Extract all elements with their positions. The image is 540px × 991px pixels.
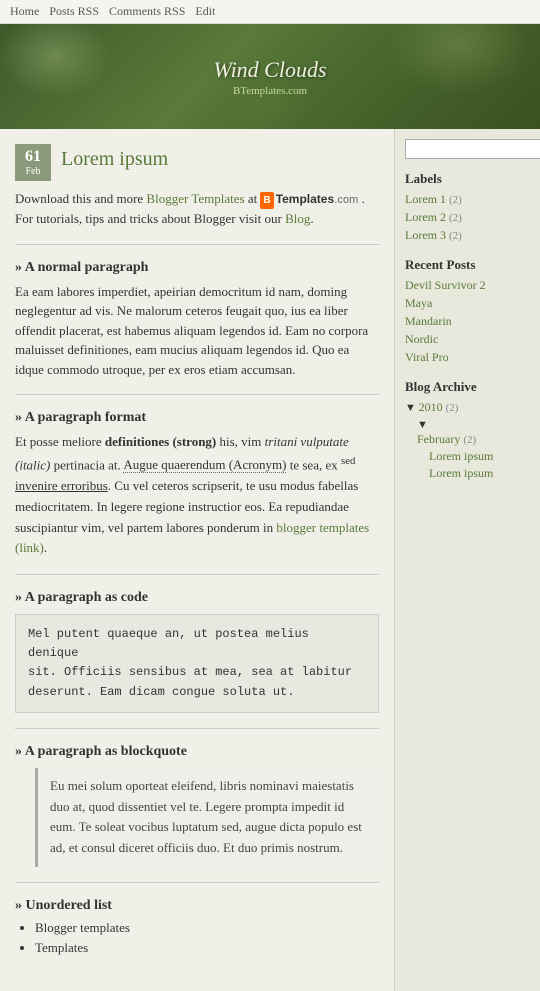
recent-post-link[interactable]: Devil Survivor 2 <box>405 278 486 292</box>
site-subtitle: BTemplates.com <box>233 85 307 97</box>
section-list-heading: » Unordered list <box>15 898 379 914</box>
content-area: 61 Feb Lorem ipsum Download this and mor… <box>0 129 395 991</box>
labels-heading: Labels <box>405 171 530 187</box>
recent-post-item: Mandarin <box>405 314 530 329</box>
post-date-day: 61 <box>21 148 45 166</box>
archive-heading: Blog Archive <box>405 379 530 395</box>
unordered-list: Blogger templates Templates <box>15 920 379 956</box>
label-name: Lorem 3 <box>405 228 446 242</box>
label-item: Lorem 3 (2) <box>405 228 530 243</box>
list-item-label: Templates <box>35 940 88 955</box>
recent-post-item: Viral Pro <box>405 350 530 365</box>
sidebar: Search Labels Lorem 1 (2) Lorem 2 <box>395 129 540 991</box>
format-strikethrough: invenire erroribus <box>15 478 108 493</box>
blog-link[interactable]: Blog <box>285 211 310 226</box>
list-item: Templates <box>35 940 379 956</box>
main-wrapper: 61 Feb Lorem ipsum Download this and mor… <box>0 129 540 991</box>
archive-month: February <box>417 432 460 446</box>
label-count: (2) <box>449 230 462 242</box>
archive-year-count: (2) <box>446 402 459 414</box>
label-link[interactable]: Lorem 1 (2) <box>405 192 462 206</box>
format-mid1: his, vim <box>216 434 264 449</box>
divider-2 <box>15 394 379 395</box>
archive-toggle-year[interactable]: ▼ <box>405 402 419 414</box>
format-intro: Et posse meliore <box>15 434 105 449</box>
divider-3 <box>15 574 379 575</box>
top-navigation: Home Posts RSS Comments RSS Edit <box>0 0 540 24</box>
post-header: 61 Feb Lorem ipsum <box>15 144 379 181</box>
format-mid2: pertinacia at. <box>50 457 123 472</box>
site-title: Wind Clouds <box>213 57 326 83</box>
divider <box>15 244 379 245</box>
section-blockquote-heading: » A paragraph as blockquote <box>15 744 379 760</box>
list-item-label: Blogger templates <box>35 920 130 935</box>
archive-year-item: ▼ 2010 (2) <box>405 400 530 415</box>
format-superscript: sed <box>341 455 355 467</box>
nav-home[interactable]: Home <box>10 4 39 19</box>
divider-4 <box>15 728 379 729</box>
label-count: (2) <box>449 212 462 224</box>
archive-year: 2010 <box>419 400 443 414</box>
blog-post: 61 Feb Lorem ipsum Download this and mor… <box>15 144 379 956</box>
recent-post-link[interactable]: Viral Pro <box>405 350 449 364</box>
section-code-heading: » A paragraph as code <box>15 590 379 606</box>
nav-comments-rss[interactable]: Comments RSS <box>109 4 185 19</box>
format-mid3: te sea, ex <box>286 457 341 472</box>
recent-posts-list: Devil Survivor 2 Maya Mandarin Nordic Vi… <box>405 278 530 365</box>
recent-posts-heading: Recent Posts <box>405 257 530 273</box>
format-strong: definitiones (strong) <box>105 434 216 449</box>
recent-post-item: Maya <box>405 296 530 311</box>
label-link[interactable]: Lorem 2 (2) <box>405 210 462 224</box>
archive-month-item: ▼ February (2) <box>417 417 530 447</box>
code-block: Mel putent quaeque an, ut postea melius … <box>15 614 379 713</box>
post-intro: Download this and more Blogger Templates… <box>15 189 379 229</box>
blogger-templates-link[interactable]: Blogger Templates <box>146 191 244 206</box>
section-normal-content: Ea eam labores imperdiet, apeirian democ… <box>15 282 379 380</box>
normal-paragraph-text: Ea eam labores imperdiet, apeirian democ… <box>15 282 379 380</box>
label-name: Lorem 1 <box>405 192 446 206</box>
recent-post-item: Nordic <box>405 332 530 347</box>
at-text: at <box>248 191 261 206</box>
download-text: Download this and more <box>15 191 143 206</box>
templates-logo: BTemplates.com <box>260 192 361 206</box>
search-input[interactable] <box>405 139 540 159</box>
label-link[interactable]: Lorem 3 (2) <box>405 228 462 242</box>
post-date-month: Feb <box>21 166 45 177</box>
recent-posts-section: Recent Posts Devil Survivor 2 Maya Manda… <box>405 257 530 365</box>
search-box: Search <box>405 139 530 159</box>
archive-post-link[interactable]: Lorem ipsum <box>429 466 530 481</box>
format-paragraph: Et posse meliore definitiones (strong) h… <box>15 432 379 559</box>
nav-edit[interactable]: Edit <box>195 4 215 19</box>
label-count: (2) <box>449 194 462 206</box>
format-acronym: Augue quaerendum (Acronym) <box>123 457 286 473</box>
label-item: Lorem 1 (2) <box>405 192 530 207</box>
archive-post-link[interactable]: Lorem ipsum <box>429 449 530 464</box>
post-date-box: 61 Feb <box>15 144 51 181</box>
post-title: Lorem ipsum <box>61 148 168 171</box>
archive-posts-list: Lorem ipsum Lorem ipsum <box>417 449 530 481</box>
recent-post-item: Devil Survivor 2 <box>405 278 530 293</box>
archive-toggle-month[interactable]: ▼ <box>417 419 428 431</box>
archive-month-count: (2) <box>463 434 476 446</box>
label-name: Lorem 2 <box>405 210 446 224</box>
section-format-heading: » A paragraph format <box>15 410 379 426</box>
labels-list: Lorem 1 (2) Lorem 2 (2) Lorem 3 (2 <box>405 192 530 243</box>
archive-sub: ▼ February (2) Lorem ipsum Lorem ipsum <box>405 417 530 481</box>
nav-posts-rss[interactable]: Posts RSS <box>49 4 99 19</box>
section-normal-heading: » A normal paragraph <box>15 260 379 276</box>
site-header: Wind Clouds BTemplates.com <box>0 24 540 129</box>
label-item: Lorem 2 (2) <box>405 210 530 225</box>
section-format-content: Et posse meliore definitiones (strong) h… <box>15 432 379 559</box>
archive-section: Blog Archive ▼ 2010 (2) ▼ February (2) <box>405 379 530 481</box>
divider-5 <box>15 882 379 883</box>
blockquote: Eu mei solum oporteat eleifend, libris n… <box>35 768 379 867</box>
archive-year-link[interactable]: 2010 (2) <box>419 400 459 414</box>
recent-post-link[interactable]: Mandarin <box>405 314 452 328</box>
labels-section: Labels Lorem 1 (2) Lorem 2 (2) <box>405 171 530 243</box>
archive-month-link[interactable]: February (2) <box>417 432 530 447</box>
recent-post-link[interactable]: Maya <box>405 296 432 310</box>
blogger-icon: B <box>260 192 273 209</box>
list-item: Blogger templates <box>35 920 379 936</box>
recent-post-link[interactable]: Nordic <box>405 332 438 346</box>
